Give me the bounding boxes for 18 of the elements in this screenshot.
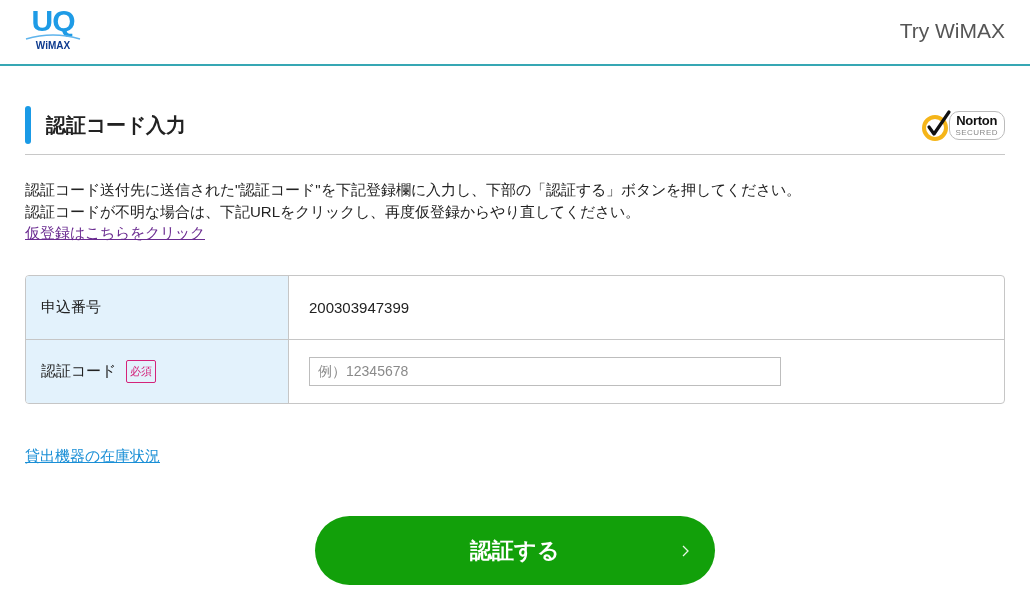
- seal-caption: SECURED: [955, 127, 998, 137]
- instruction-text: 認証コードが不明な場合は、下記URLをクリックし、再度仮登録からやり直してください。: [25, 201, 641, 222]
- logo-wordmark: WiMAX: [35, 39, 71, 51]
- section-title: 認証コード入力: [46, 112, 186, 138]
- submit-button[interactable]: 認証する: [315, 516, 715, 585]
- seal-name: Norton: [956, 113, 998, 128]
- field-label: 申込番号: [41, 297, 101, 317]
- required-tag: 必須: [126, 359, 156, 383]
- site-title: Try WiMAX: [899, 19, 1005, 43]
- field-value: 200303947399: [309, 298, 410, 316]
- code-input-field[interactable]: 例）12345678: [309, 356, 781, 386]
- stock-status-link[interactable]: 貸出機器の在庫状況: [25, 446, 160, 464]
- instruction-text: 認証コード送付先に送信された"認証コード"を下記登録欄に入力し、下部の「認証する」ボタンを押してください。: [25, 180, 802, 200]
- field-label: 認証コード: [41, 361, 116, 381]
- accent-bar: [25, 106, 31, 144]
- chevron-right-icon: [682, 544, 689, 557]
- checkmark-seal-icon: [922, 109, 953, 141]
- retry-link[interactable]: 仮登録はこちらをクリック: [25, 224, 205, 241]
